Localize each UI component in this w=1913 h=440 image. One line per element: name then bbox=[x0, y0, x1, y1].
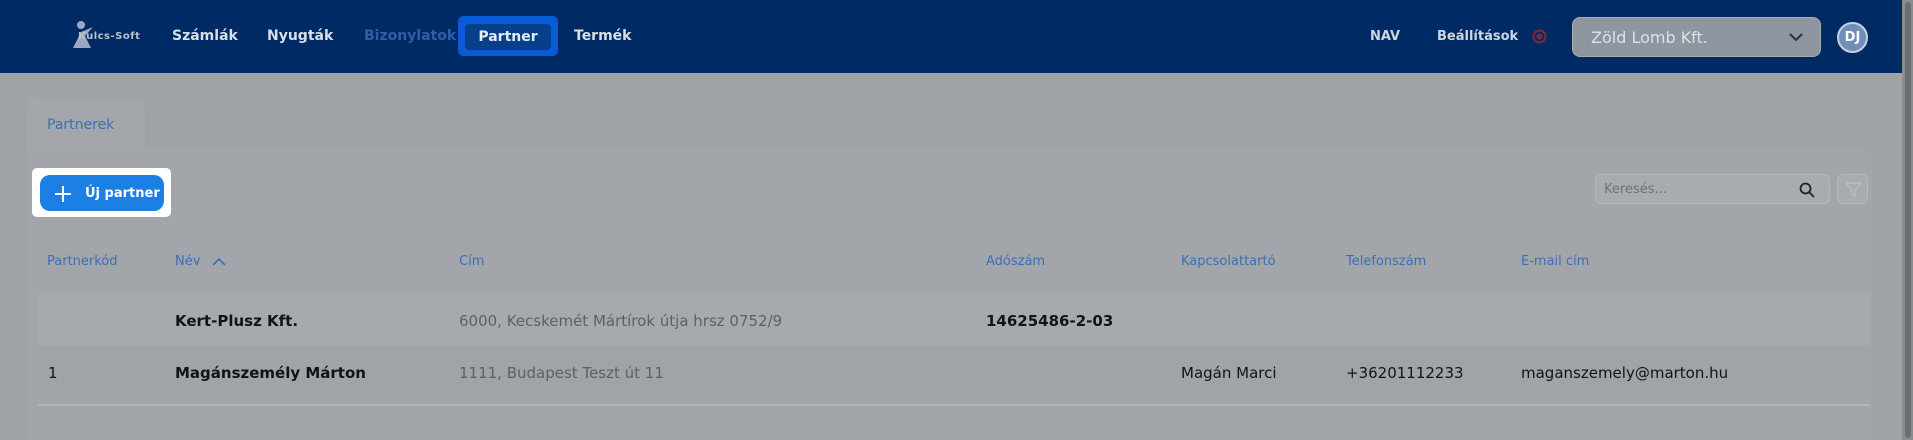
cell-adoszam: 14625486-2-03 bbox=[986, 312, 1114, 330]
cell-cim: 1111, Budapest Teszt út 11 bbox=[459, 364, 664, 382]
cell-telefonszam: +36201112233 bbox=[1346, 364, 1464, 382]
cell-partnerkod: 1 bbox=[48, 364, 58, 382]
search-box bbox=[1595, 174, 1830, 204]
kulcs-soft-logo-icon[interactable]: Kulcs-Soft bbox=[36, 18, 146, 54]
col-telefonszam[interactable]: Telefonszám bbox=[1346, 254, 1426, 269]
nav-termek[interactable]: Termék bbox=[574, 28, 631, 44]
col-adoszam[interactable]: Adószám bbox=[986, 254, 1045, 269]
nav-szamlak[interactable]: Számlák bbox=[172, 28, 238, 44]
table-row[interactable]: Kert-Plusz Kft. 6000, Kecskemét Mártírok… bbox=[38, 294, 1870, 346]
col-nev[interactable]: Név bbox=[175, 254, 227, 269]
cell-kapcsolattarto: Magán Marci bbox=[1181, 364, 1277, 382]
sort-ascending-icon bbox=[211, 257, 226, 266]
col-partnerkod[interactable]: Partnerkód bbox=[47, 254, 118, 269]
nav-link[interactable]: NAV bbox=[1370, 29, 1400, 44]
nav-nyugtak[interactable]: Nyugták bbox=[267, 28, 333, 44]
logo-text: Kulcs-Soft bbox=[78, 31, 141, 42]
filter-button[interactable] bbox=[1837, 174, 1868, 204]
tab-partnerek-label: Partnerek bbox=[47, 117, 115, 133]
avatar[interactable]: DJ bbox=[1837, 22, 1868, 53]
chevron-down-icon bbox=[1789, 33, 1803, 42]
filter-icon bbox=[1845, 182, 1862, 198]
nav-partner[interactable]: Partner bbox=[465, 24, 551, 50]
table-row[interactable]: 1 Magánszemély Márton 1111, Budapest Tes… bbox=[38, 346, 1870, 398]
scrollbar-thumb[interactable] bbox=[1905, 2, 1911, 438]
row-divider bbox=[38, 404, 1870, 406]
new-partner-label: Új partner bbox=[85, 186, 160, 201]
top-navigation-bar: Kulcs-Soft Számlák Nyugták Bizonylatok P… bbox=[0, 0, 1913, 73]
tab-partnerek[interactable]: Partnerek bbox=[27, 98, 145, 150]
col-kapcsolattarto[interactable]: Kapcsolattartó bbox=[1181, 254, 1276, 269]
col-email[interactable]: E-mail cím bbox=[1521, 254, 1589, 269]
col-nev-label: Név bbox=[175, 254, 201, 269]
cell-nev: Magánszemély Márton bbox=[175, 364, 366, 382]
search-icon[interactable] bbox=[1799, 182, 1815, 198]
col-cim[interactable]: Cím bbox=[459, 254, 484, 269]
search-input[interactable] bbox=[1604, 180, 1794, 198]
settings-link[interactable]: Beállítások bbox=[1437, 29, 1518, 44]
cell-email: maganszemely@marton.hu bbox=[1521, 364, 1729, 382]
plus-icon bbox=[55, 186, 71, 202]
new-partner-button[interactable]: Új partner bbox=[40, 175, 164, 211]
company-select-value: Zöld Lomb Kft. bbox=[1591, 28, 1708, 47]
cell-cim: 6000, Kecskemét Mártírok útja hrsz 0752/… bbox=[459, 312, 783, 330]
cell-nev: Kert-Plusz Kft. bbox=[175, 312, 299, 330]
nav-bizonylatok[interactable]: Bizonylatok bbox=[364, 28, 456, 44]
company-select[interactable]: Zöld Lomb Kft. bbox=[1572, 17, 1821, 57]
status-dot-icon[interactable] bbox=[1532, 29, 1547, 44]
